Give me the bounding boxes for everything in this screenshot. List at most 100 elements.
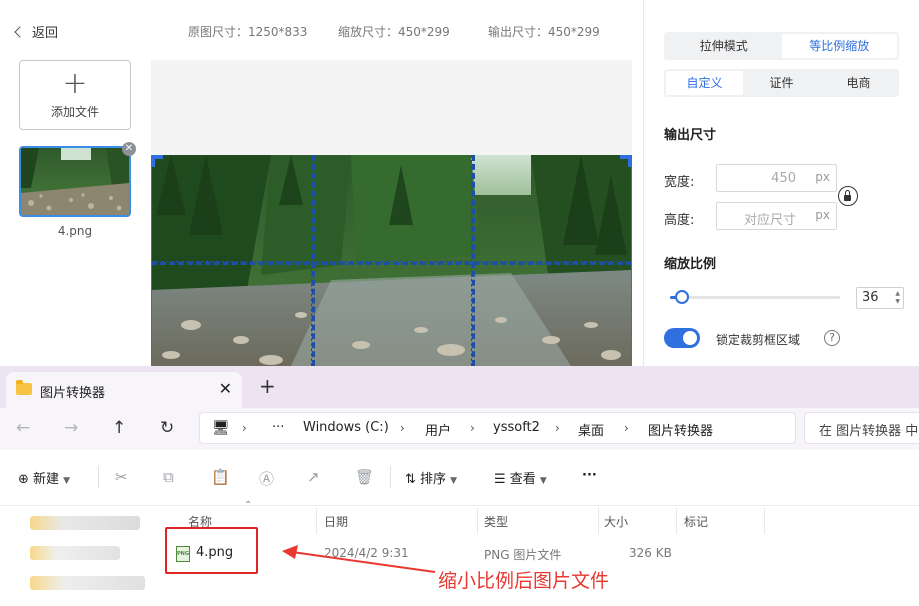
annotation-text: 缩小比例后图片文件: [438, 570, 610, 592]
breadcrumb-folder[interactable]: 图片转换器: [648, 420, 713, 439]
sort-icon: ⇅: [405, 472, 416, 487]
breadcrumb-separator-icon: ›: [242, 421, 247, 435]
view-button[interactable]: ☰ 查看 ▼: [494, 468, 547, 487]
up-arrow-icon[interactable]: ↑: [112, 418, 126, 438]
column-header-type[interactable]: 类型: [484, 513, 508, 530]
scale-number-input[interactable]: 36 ▲ ▼: [856, 287, 904, 309]
address-bar[interactable]: 🖥 › ··· Windows (C:) › 用户 › yssoft2 › 桌面…: [199, 412, 796, 444]
crop-handle-top-left[interactable]: [151, 155, 163, 167]
sort-asc-icon: ⌃: [244, 500, 253, 511]
sort-button[interactable]: ⇅ 排序 ▼: [405, 468, 457, 487]
lock-icon[interactable]: [838, 186, 858, 206]
add-file-label: 添加文件: [50, 105, 99, 119]
sort-label: 排序: [420, 472, 447, 487]
new-button[interactable]: ⊕ 新建 ▼: [18, 468, 70, 487]
column-divider: [316, 508, 317, 534]
crop-gridline: [151, 261, 632, 265]
crop-gridline: [471, 155, 475, 366]
chevron-down-icon: ▼: [539, 476, 547, 486]
column-divider: [676, 508, 677, 534]
column-header-size[interactable]: 大小: [604, 513, 628, 530]
breadcrumb-separator-icon: ›: [555, 421, 560, 435]
stepper-arrows-icon[interactable]: ▲ ▼: [895, 290, 900, 306]
add-file-button[interactable]: + 添加文件: [19, 60, 131, 130]
width-field[interactable]: 450 px: [716, 164, 837, 192]
chevron-left-icon: [14, 25, 26, 38]
sidebar-item-blurred[interactable]: [30, 546, 120, 560]
paste-icon[interactable]: 📋: [211, 468, 230, 486]
navigation-pane: [0, 506, 155, 606]
width-unit: px: [815, 170, 830, 184]
tab-proportional-scale[interactable]: 等比例缩放: [781, 34, 897, 58]
sidebar-item-blurred[interactable]: [30, 516, 140, 530]
more-options-icon[interactable]: ···: [582, 468, 597, 483]
share-icon[interactable]: ↗: [307, 468, 320, 486]
navigation-bar: ← → ↑ ↻ 🖥 › ··· Windows (C:) › 用户 › ysso…: [0, 408, 919, 450]
back-label: 返回: [32, 26, 59, 41]
new-label: 新建: [33, 472, 60, 487]
scale-slider-thumb[interactable]: [675, 290, 689, 304]
forward-arrow-icon[interactable]: →: [64, 418, 78, 438]
divider: [390, 466, 391, 488]
forest-river-thumbnail: [21, 148, 129, 215]
crop-border: [631, 155, 632, 366]
rename-icon[interactable]: Ⓐ: [259, 468, 274, 489]
file-type: PNG 图片文件: [484, 548, 562, 562]
tab-id-photo[interactable]: 证件: [743, 71, 820, 95]
width-value: 450: [771, 171, 796, 186]
breadcrumb-user[interactable]: yssoft2: [493, 420, 540, 435]
breadcrumb-desktop[interactable]: 桌面: [578, 420, 604, 439]
output-size-text: 输出尺寸：450*299: [488, 25, 600, 39]
crop-frame[interactable]: [151, 155, 632, 366]
copy-icon[interactable]: ⧉: [163, 468, 174, 486]
crop-border: [151, 155, 152, 366]
chevron-down-icon: ▼: [63, 476, 70, 486]
help-icon[interactable]: ?: [824, 330, 840, 346]
image-thumbnail[interactable]: [19, 146, 131, 217]
computer-icon: 🖥: [212, 420, 230, 436]
scale-slider-track[interactable]: [670, 296, 840, 299]
original-size-text: 原图尺寸：1250*833: [188, 25, 308, 39]
breadcrumb-separator-icon: ›: [400, 421, 405, 435]
tab-custom[interactable]: 自定义: [666, 71, 743, 95]
delete-icon[interactable]: 🗑: [355, 468, 374, 486]
lock-crop-label: 锁定裁剪框区域: [716, 333, 801, 347]
file-size: 326 KB: [629, 546, 672, 560]
column-divider: [477, 508, 478, 534]
new-tab-icon[interactable]: +: [259, 374, 276, 398]
scaled-size-text: 缩放尺寸：450*299: [338, 25, 450, 39]
folder-icon: [16, 380, 32, 395]
breadcrumb-overflow[interactable]: ···: [272, 420, 284, 435]
close-tab-icon[interactable]: ✕: [219, 379, 232, 398]
breadcrumb-drive[interactable]: Windows (C:): [303, 420, 389, 435]
column-divider: [764, 508, 765, 534]
width-label: 宽度:: [664, 175, 695, 190]
column-header-date[interactable]: 日期: [324, 513, 348, 530]
view-label: 查看: [509, 472, 536, 487]
height-unit: px: [815, 208, 830, 222]
lock-crop-toggle[interactable]: [664, 328, 700, 348]
tab-title: 图片转换器: [40, 386, 106, 401]
explorer-tab[interactable]: 图片转换器 ✕: [6, 372, 242, 408]
refresh-icon[interactable]: ↻: [160, 418, 174, 438]
tab-stretch-mode[interactable]: 拉伸模式: [666, 34, 782, 58]
scale-title: 缩放比例: [664, 257, 717, 272]
explorer-tab-bar: 图片转换器 ✕ +: [0, 366, 919, 408]
crop-gridline: [311, 155, 315, 366]
height-field[interactable]: 对应尺寸 px: [716, 202, 837, 230]
settings-panel: 拉伸模式 等比例缩放 自定义 证件 电商 输出尺寸 宽度: 450 px 高度:…: [643, 0, 919, 366]
back-button[interactable]: 返回: [14, 22, 59, 41]
breadcrumb-users[interactable]: 用户: [425, 420, 451, 439]
column-header-tags[interactable]: 标记: [684, 513, 708, 530]
cut-icon[interactable]: ✂: [115, 468, 128, 486]
search-input[interactable]: 在 图片转换器 中: [804, 412, 919, 444]
output-size-title: 输出尺寸: [664, 128, 717, 143]
tab-ecommerce[interactable]: 电商: [820, 71, 897, 95]
thumbnail-filename: 4.png: [57, 224, 93, 238]
mode-segmented-control: 拉伸模式 等比例缩放: [664, 32, 899, 60]
view-icon: ☰: [494, 472, 506, 487]
sidebar-item-blurred[interactable]: [30, 576, 145, 590]
remove-thumbnail-icon[interactable]: ✕: [122, 142, 136, 156]
search-placeholder: 在 图片转换器 中: [819, 424, 919, 439]
back-arrow-icon[interactable]: ←: [16, 418, 30, 438]
